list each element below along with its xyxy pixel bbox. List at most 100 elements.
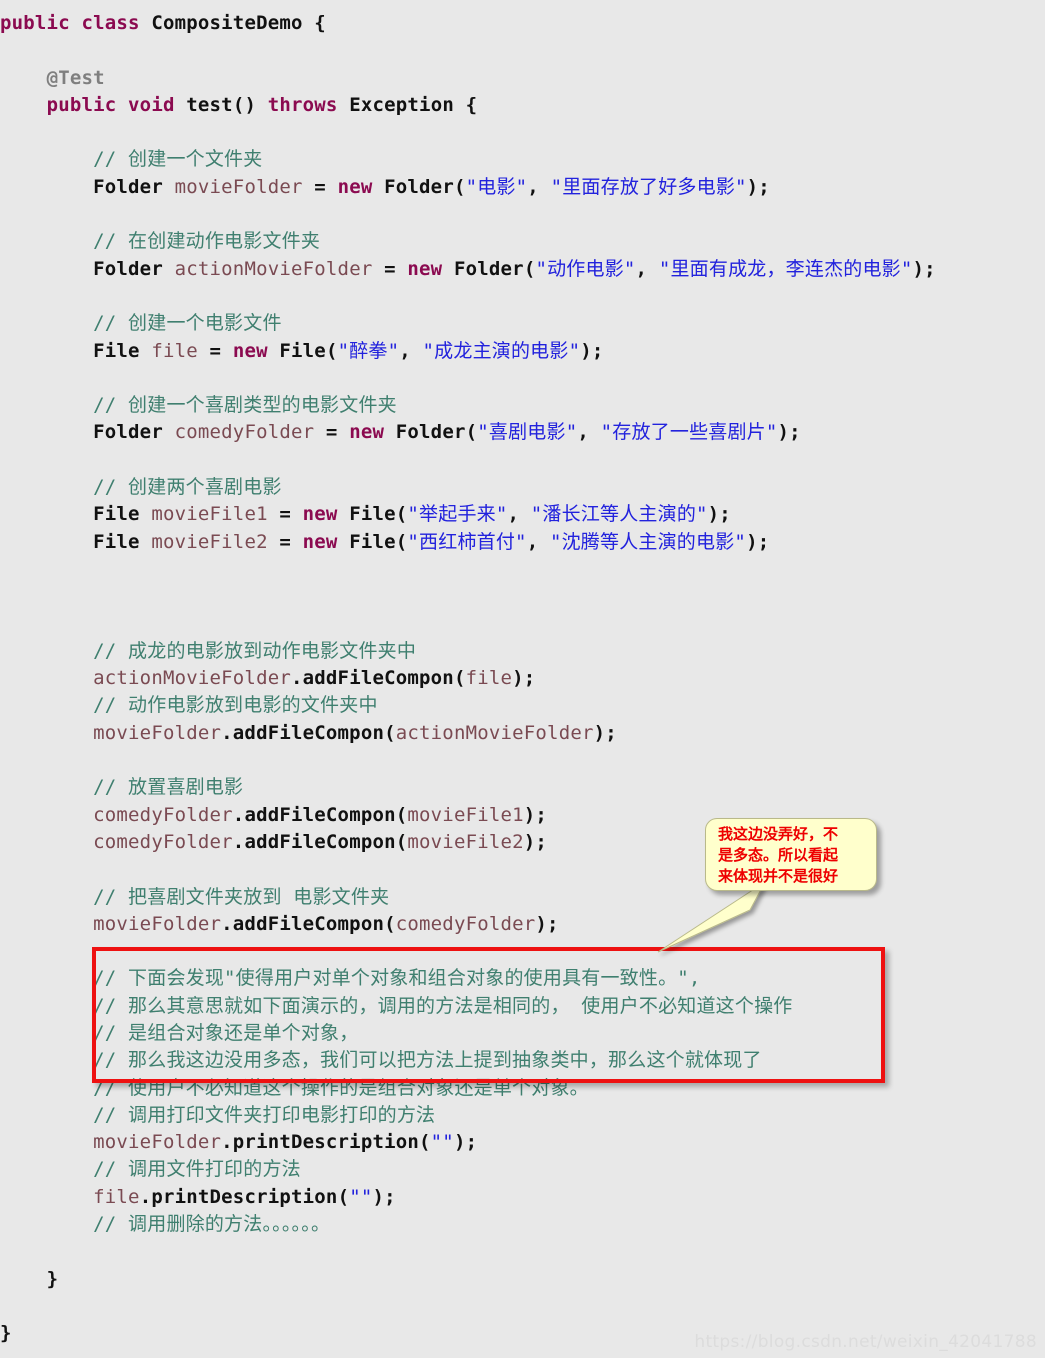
token-typ: CompositeDemo — [151, 12, 303, 34]
token-typ: Exception — [349, 93, 454, 116]
token-pun: ); — [523, 803, 548, 826]
token-str: "里面有成龙，李连杰的电影" — [658, 257, 913, 280]
token-cmt: // 调用打印文件夹打印电影打印的方法 — [93, 1103, 436, 1126]
token-pun — [140, 531, 152, 553]
token-typ: File — [349, 530, 396, 553]
code-line[interactable]: // 放置喜剧电影 — [0, 774, 1045, 801]
token-str: "存放了一些喜剧片" — [600, 421, 778, 444]
token-pun: { — [302, 12, 326, 34]
token-typ: File — [93, 339, 140, 362]
token-pun: . — [221, 721, 233, 744]
token-pun: , — [527, 175, 551, 198]
code-line[interactable]: movieFolder.printDescription(""); — [0, 1129, 1045, 1156]
code-line[interactable]: Folder actionMovieFolder = new Folder("动… — [0, 256, 1045, 283]
token-mth: printDescription — [232, 1131, 420, 1154]
token-typ: Folder — [93, 175, 163, 198]
code-line[interactable]: File movieFile2 = new File("西红柿首付", "沈腾等… — [0, 529, 1045, 556]
code-line[interactable]: // 创建一个电影文件 — [0, 310, 1045, 337]
token-pun — [175, 94, 187, 116]
token-var: movieFile2 — [407, 830, 524, 853]
token-cmt: // 动作电影放到电影的文件夹中 — [93, 694, 378, 717]
code-line[interactable]: movieFolder.addFileCompon(actionMovieFol… — [0, 720, 1045, 747]
token-pun — [116, 94, 128, 116]
token-pun: = — [372, 257, 408, 280]
token-mth: addFileCompon — [232, 912, 385, 935]
token-pun: ); — [912, 257, 936, 280]
token-kw: public — [46, 93, 117, 116]
code-line[interactable]: actionMovieFolder.addFileCompon(file); — [0, 665, 1045, 692]
token-pun: ( — [384, 721, 396, 744]
code-line[interactable]: // 那么我这边没用多态，我们可以把方法上提到抽象类中，那么这个就体现了 — [0, 1047, 1045, 1074]
token-pun: ); — [372, 1185, 396, 1208]
token-cmt: // 使用户不必知道这个操作的是组合对象还是单个对象。 — [93, 1076, 589, 1099]
code-line[interactable]: // 在创建动作电影文件夹 — [0, 228, 1045, 255]
token-typ: Folder — [93, 421, 163, 444]
code-line[interactable]: // 调用文件打印的方法 — [0, 1156, 1045, 1183]
code-line[interactable]: @Test — [0, 65, 1045, 92]
code-line[interactable]: Folder comedyFolder = new Folder("喜剧电影",… — [0, 419, 1045, 446]
code-line[interactable]: // 调用删除的方法。。。。。。 — [0, 1211, 1045, 1238]
token-var: file — [151, 339, 198, 362]
token-cmt: // 创建两个喜剧电影 — [93, 476, 282, 499]
code-line[interactable]: // 成龙的电影放到动作电影文件夹中 — [0, 638, 1045, 665]
token-var: movieFolder — [93, 1131, 222, 1154]
code-line[interactable]: // 是组合对象还是单个对象， — [0, 1020, 1045, 1047]
token-str: "" — [430, 1131, 454, 1154]
code-line[interactable]: comedyFolder.addFileCompon(movieFile2); — [0, 829, 1045, 856]
token-str: "沈腾等人主演的电影" — [549, 530, 747, 553]
token-str: "里面存放了好多电影" — [550, 175, 747, 198]
code-block[interactable]: public class CompositeDemo { @Test publi… — [0, 0, 1045, 1348]
token-pun: ); — [580, 339, 604, 362]
token-typ: Folder — [93, 257, 163, 280]
code-line[interactable]: // 动作电影放到电影的文件夹中 — [0, 692, 1045, 719]
token-cmt: // 创建一个喜剧类型的电影文件夹 — [93, 394, 397, 417]
token-pun: ); — [535, 912, 559, 935]
code-line[interactable]: // 那么其意思就如下面演示的，调用的方法是相同的， 使用户不必知道这个操作 — [0, 993, 1045, 1020]
code-line-highlighted[interactable]: // 使用户不必知道这个操作的是组合对象还是单个对象。 — [0, 1074, 1045, 1103]
token-pun — [442, 258, 454, 280]
annotation-callout: 我这边没弄好，不 是多态。所以看起 来体现并不是很好 — [705, 818, 877, 891]
token-str: "西红柿首付" — [407, 530, 527, 553]
token-kw: class — [81, 12, 140, 34]
token-var: file — [93, 1185, 140, 1208]
token-pun: ( — [325, 339, 338, 362]
code-line[interactable]: // 创建两个喜剧电影 — [0, 474, 1045, 501]
code-line[interactable]: // 下面会发现"使得用户对单个对象和组合对象的使用具有一致性。", — [0, 965, 1045, 992]
code-line[interactable]: } — [0, 1266, 1045, 1293]
token-str: "动作电影" — [535, 257, 636, 280]
code-line[interactable]: // 创建一个文件夹 — [0, 146, 1045, 173]
token-kw: void — [128, 93, 175, 116]
token-pun: ); — [707, 503, 731, 526]
code-line[interactable]: public class CompositeDemo { — [0, 10, 1045, 37]
token-str: "成龙主演的电影" — [422, 339, 581, 362]
token-cmt: // 创建一个电影文件 — [93, 312, 282, 335]
code-line[interactable]: Folder movieFolder = new Folder("电影", "里… — [0, 174, 1045, 201]
token-cmt: // 那么我这边没用多态，我们可以把方法上提到抽象类中，那么这个就体现了 — [93, 1049, 762, 1072]
token-mth: addFileCompon — [302, 667, 454, 690]
token-pun — [338, 94, 350, 116]
token-cmt: // 下面会发现"使得用户对单个对象和组合对象的使用具有一致性。", — [93, 967, 701, 990]
code-line[interactable]: file.printDescription(""); — [0, 1184, 1045, 1211]
code-line[interactable]: File movieFile1 = new File("举起手来", "潘长江等… — [0, 501, 1045, 528]
token-ann: @Test — [46, 66, 105, 89]
token-typ: Folder — [453, 257, 524, 280]
token-typ: Folder — [395, 421, 466, 444]
code-line[interactable]: // 创建一个喜剧类型的电影文件夹 — [0, 392, 1045, 419]
token-pun: = — [314, 421, 350, 444]
token-pun: ( — [337, 1185, 350, 1208]
code-line[interactable]: comedyFolder.addFileCompon(movieFile1); — [0, 802, 1045, 829]
code-line[interactable]: File file = new File("醉拳", "成龙主演的电影"); — [0, 338, 1045, 365]
token-str: "醉拳" — [337, 339, 400, 362]
code-line[interactable]: // 调用打印文件夹打印电影打印的方法 — [0, 1102, 1045, 1129]
code-line[interactable]: movieFolder.addFileCompon(comedyFolder); — [0, 911, 1045, 938]
code-line[interactable]: public void test() throws Exception { — [0, 92, 1045, 119]
token-var: comedyFolder — [395, 912, 536, 935]
token-mth: addFileCompon — [244, 830, 396, 853]
code-line[interactable]: // 把喜剧文件夹放到 电影文件夹 — [0, 884, 1045, 911]
